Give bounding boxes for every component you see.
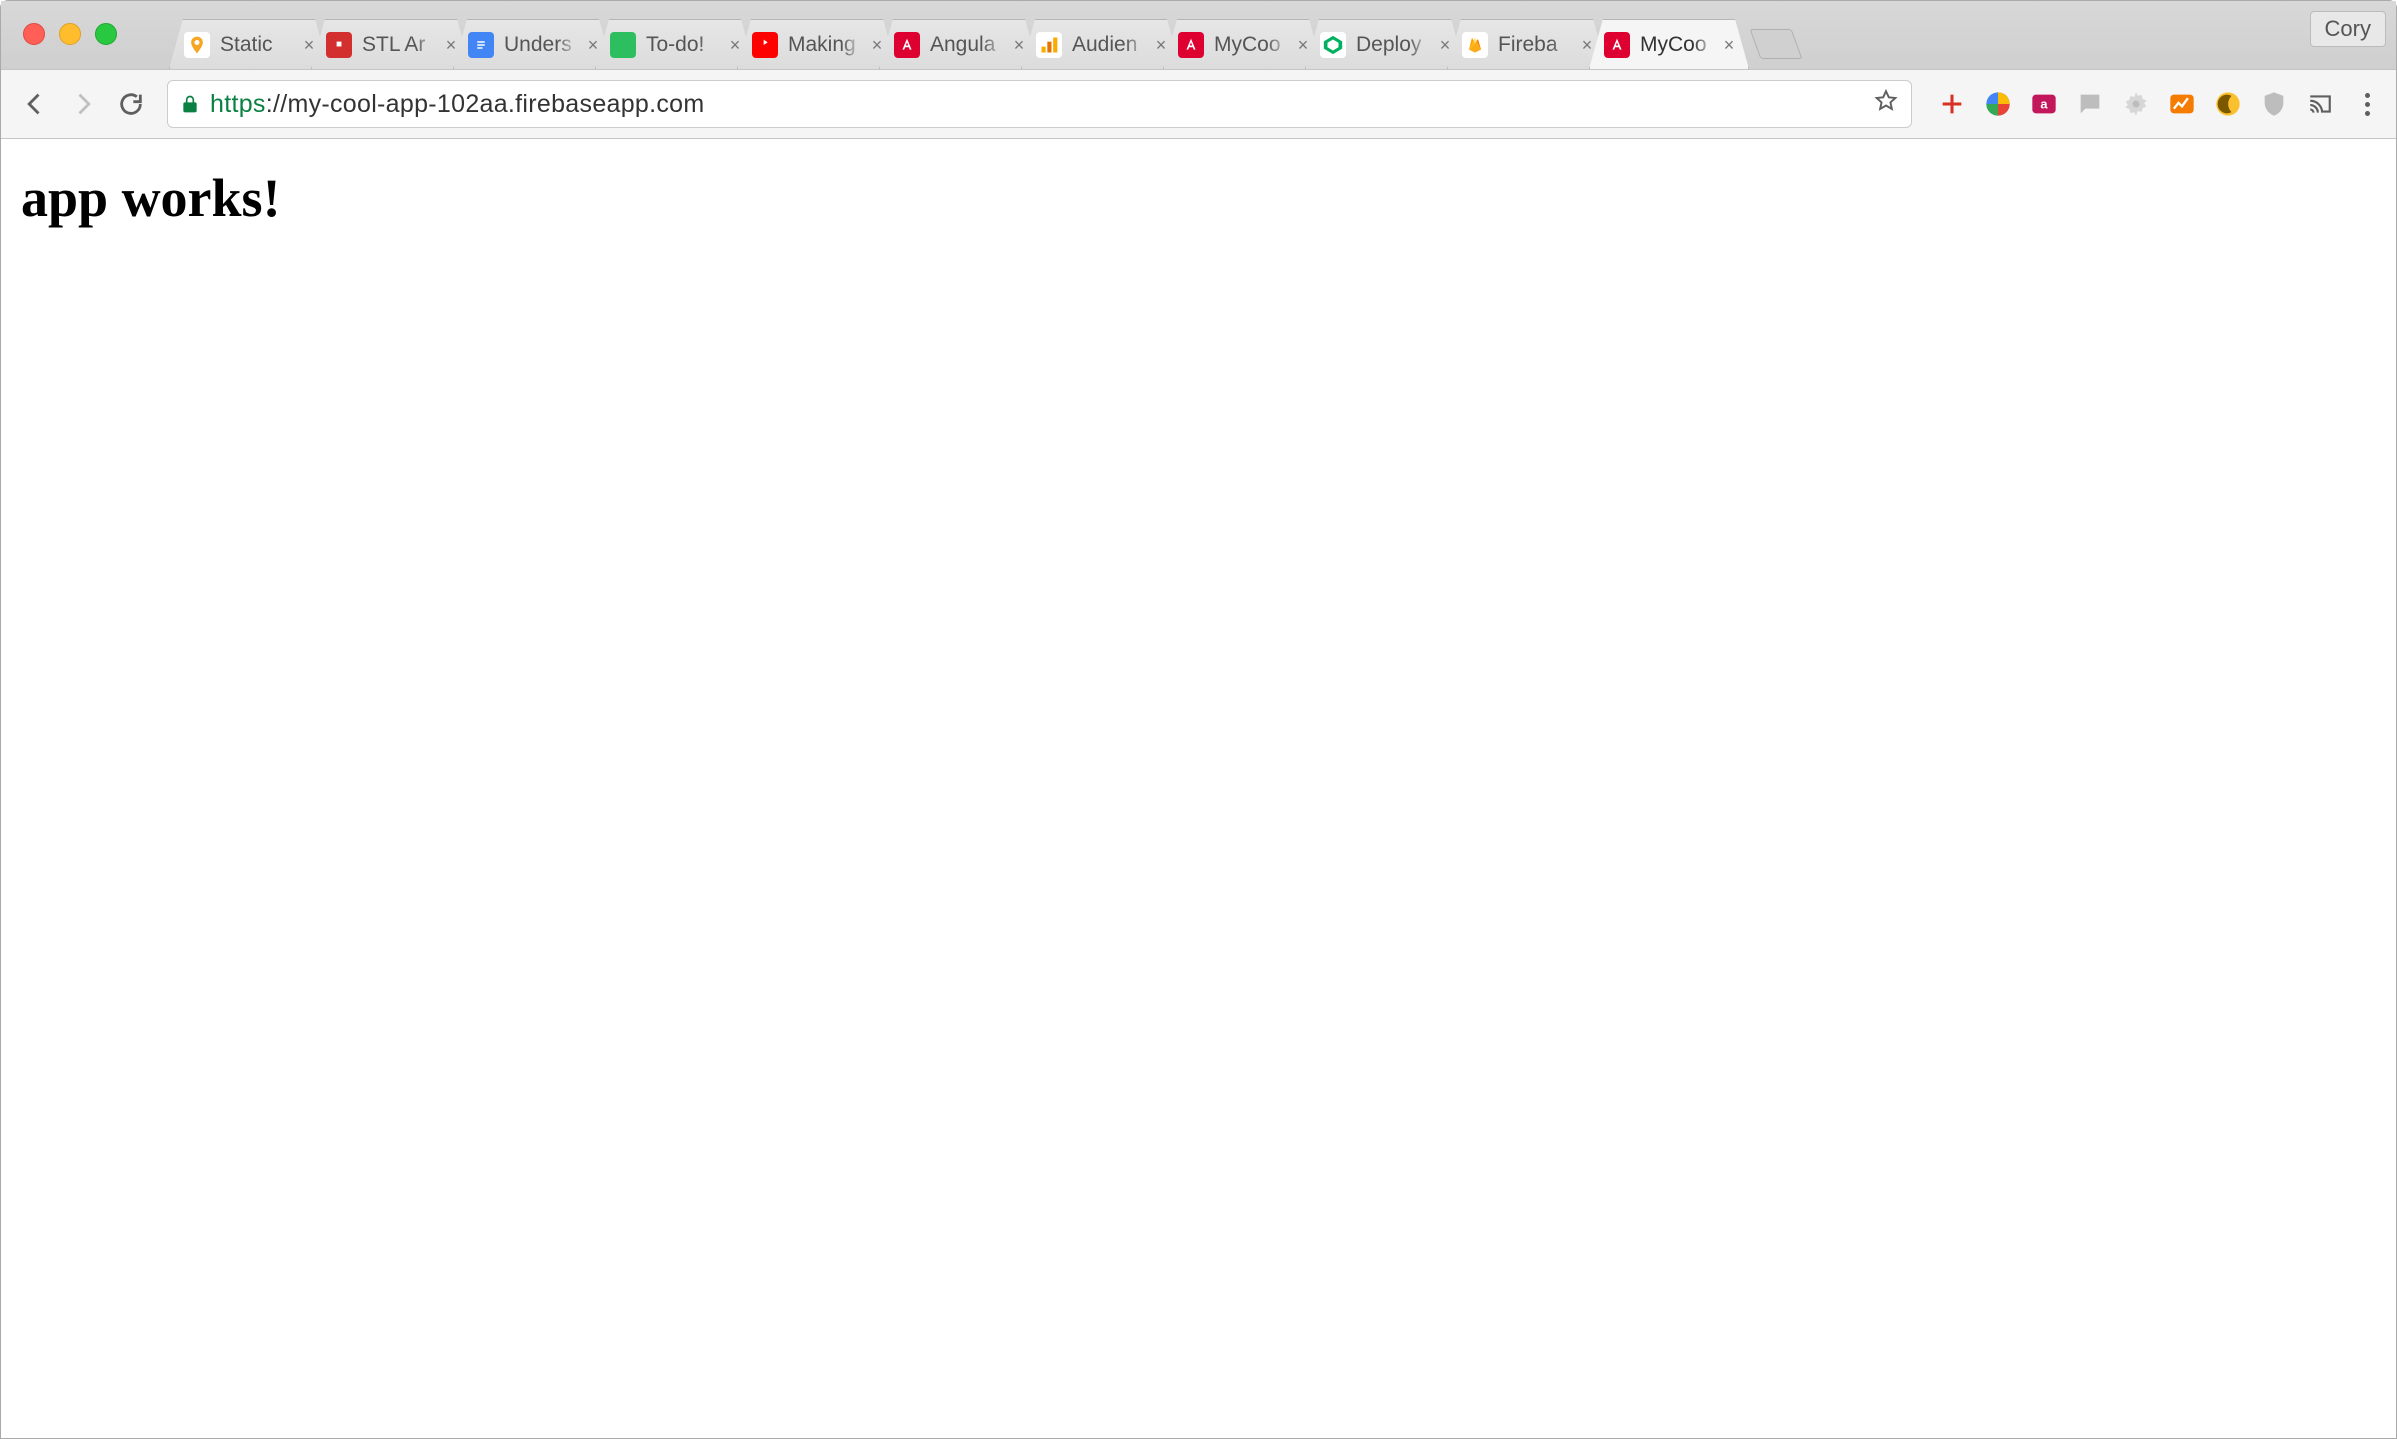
tab-close-button[interactable]: × — [1436, 36, 1454, 54]
youtube-icon — [752, 32, 778, 58]
tab-unders[interactable]: Unders × — [453, 19, 613, 69]
forward-button[interactable] — [63, 84, 103, 124]
tab-angular[interactable]: Angula × — [879, 19, 1039, 69]
url-scheme: https — [210, 90, 266, 118]
close-window-button[interactable] — [23, 23, 45, 45]
back-button[interactable] — [15, 84, 55, 124]
stl-icon: ■ — [326, 32, 352, 58]
minimize-window-button[interactable] — [59, 23, 81, 45]
tab-title: Static — [220, 33, 296, 57]
tab-close-button[interactable]: × — [300, 36, 318, 54]
new-tab-button[interactable] — [1750, 29, 1803, 59]
color-wheel-extension-icon[interactable] — [1982, 88, 2014, 120]
analytics-icon — [1036, 32, 1062, 58]
angular-icon — [1178, 32, 1204, 58]
profile-name: Cory — [2325, 16, 2371, 41]
tab-firebase[interactable]: Fireba × — [1447, 19, 1607, 69]
browser-window: Static × ■ STL Ar × Unders × — [0, 0, 2397, 1439]
profile-badge[interactable]: Cory — [2310, 11, 2386, 47]
tab-close-button[interactable]: × — [442, 36, 460, 54]
tab-close-button[interactable]: × — [1294, 36, 1312, 54]
tab-title: STL Ar — [362, 33, 438, 57]
tab-close-button[interactable]: × — [1010, 36, 1028, 54]
plus-extension-icon[interactable] — [1936, 88, 1968, 120]
chat-extension-icon[interactable] — [2074, 88, 2106, 120]
angular-icon — [1604, 32, 1630, 58]
bookmark-star-icon[interactable] — [1873, 88, 1899, 121]
svg-text:a: a — [2040, 97, 2048, 112]
settings-extension-icon[interactable] — [2120, 88, 2152, 120]
tab-close-button[interactable]: × — [584, 36, 602, 54]
firebase-icon — [1462, 32, 1488, 58]
url-text: https://my-cool-app-102aa.firebaseapp.co… — [210, 90, 1863, 119]
qi-extension-icon[interactable]: a — [2028, 88, 2060, 120]
evernote-icon — [610, 32, 636, 58]
tab-static[interactable]: Static × — [169, 19, 329, 69]
tab-title: Making — [788, 33, 864, 57]
shield-extension-icon[interactable] — [2258, 88, 2290, 120]
maximize-window-button[interactable] — [95, 23, 117, 45]
tab-todo[interactable]: To-do! × — [595, 19, 755, 69]
tab-title: MyCoo — [1214, 33, 1290, 57]
page-heading: app works! — [21, 167, 2376, 229]
tab-close-button[interactable]: × — [726, 36, 744, 54]
cast-extension-icon[interactable] — [2304, 88, 2336, 120]
gdoc-icon — [468, 32, 494, 58]
tab-title: Audien — [1072, 33, 1148, 57]
tab-close-button[interactable]: × — [1152, 36, 1170, 54]
address-bar[interactable]: https://my-cool-app-102aa.firebaseapp.co… — [167, 80, 1912, 128]
toolbar: https://my-cool-app-102aa.firebaseapp.co… — [1, 69, 2396, 139]
chart-extension-icon[interactable] — [2166, 88, 2198, 120]
extensions-area: a — [1928, 88, 2344, 120]
tab-close-button[interactable]: × — [1578, 36, 1596, 54]
tab-mycoo-1[interactable]: MyCoo × — [1163, 19, 1323, 69]
tab-title: Fireba — [1498, 33, 1574, 57]
chrome-menu-button[interactable] — [2352, 84, 2382, 124]
tab-audien[interactable]: Audien × — [1021, 19, 1181, 69]
map-pin-icon — [184, 32, 210, 58]
angular-icon — [894, 32, 920, 58]
tab-mycoo-active[interactable]: MyCoo × — [1589, 19, 1749, 69]
tab-deploy[interactable]: Deploy × — [1305, 19, 1465, 69]
tab-stl[interactable]: ■ STL Ar × — [311, 19, 471, 69]
lock-icon — [180, 93, 200, 115]
deploy-icon — [1320, 32, 1346, 58]
moon-extension-icon[interactable] — [2212, 88, 2244, 120]
url-path: ://my-cool-app-102aa.firebaseapp.com — [266, 90, 705, 118]
tab-title: Unders — [504, 33, 580, 57]
tab-strip: Static × ■ STL Ar × Unders × — [1, 1, 2396, 69]
window-controls — [23, 23, 117, 45]
reload-button[interactable] — [111, 84, 151, 124]
tab-title: Deploy — [1356, 33, 1432, 57]
tab-title: MyCoo — [1640, 33, 1716, 57]
page-content: app works! — [1, 139, 2396, 1438]
tab-making[interactable]: Making × — [737, 19, 897, 69]
tab-title: Angula — [930, 33, 1006, 57]
tab-title: To-do! — [646, 33, 722, 57]
tab-close-button[interactable]: × — [868, 36, 886, 54]
tab-close-button[interactable]: × — [1720, 36, 1738, 54]
tabs-container: Static × ■ STL Ar × Unders × — [169, 17, 1731, 69]
